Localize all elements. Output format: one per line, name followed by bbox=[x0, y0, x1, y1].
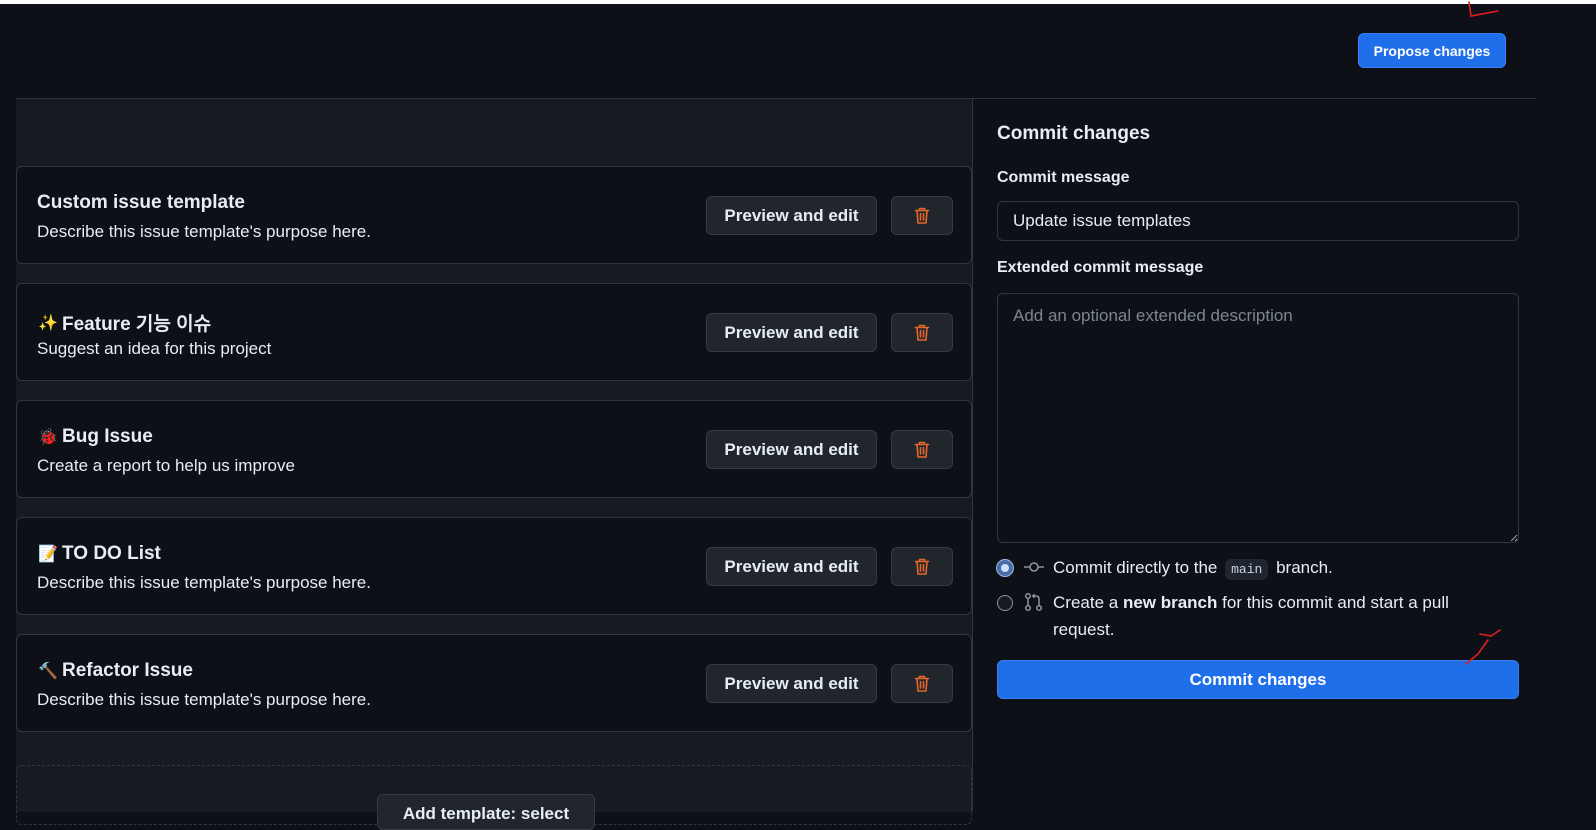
top-border bbox=[0, 0, 1596, 4]
lady-beetle-emoji-icon: 🐞 bbox=[38, 429, 58, 446]
trash-icon bbox=[914, 324, 930, 341]
template-description: Describe this issue template's purpose h… bbox=[37, 690, 371, 709]
template-description: Describe this issue template's purpose h… bbox=[37, 222, 371, 241]
templates-pane: Custom issue template Describe this issu… bbox=[16, 99, 973, 830]
template-title-text: Refactor Issue bbox=[62, 660, 193, 681]
template-item-custom: Custom issue template Describe this issu… bbox=[16, 166, 972, 264]
commit-direct-option[interactable]: Commit directly to the main branch. bbox=[997, 557, 1333, 581]
delete-template-button[interactable] bbox=[891, 196, 953, 235]
template-title-text: Feature 기능 이슈 bbox=[62, 314, 212, 335]
trash-icon bbox=[914, 558, 930, 575]
preview-and-edit-button[interactable]: Preview and edit bbox=[706, 547, 877, 586]
new-branch-bold: new branch bbox=[1122, 593, 1218, 612]
trash-icon bbox=[914, 675, 930, 692]
preview-and-edit-button[interactable]: Preview and edit bbox=[706, 664, 877, 703]
delete-template-button[interactable] bbox=[891, 547, 953, 586]
commit-direct-prefix: Commit directly to the bbox=[1053, 558, 1218, 577]
template-title: ✨ Feature 기능 이슈 bbox=[37, 309, 211, 336]
template-description: Create a report to help us improve bbox=[37, 456, 295, 475]
template-item-todo: 📝 TO DO List Describe this issue templat… bbox=[16, 517, 972, 615]
commit-direct-suffix: branch. bbox=[1276, 558, 1333, 577]
template-item-feature: ✨ Feature 기능 이슈 Suggest an idea for this… bbox=[16, 283, 972, 381]
template-title-text: TO DO List bbox=[62, 543, 161, 564]
add-template-area: Add template: select bbox=[16, 765, 972, 830]
hammer-emoji-icon: 🔨 bbox=[38, 663, 58, 680]
trash-icon bbox=[914, 441, 930, 458]
template-title: 🔨 Refactor Issue bbox=[37, 660, 193, 682]
template-item-refactor: 🔨 Refactor Issue Describe this issue tem… bbox=[16, 634, 972, 732]
propose-changes-button[interactable]: Propose changes bbox=[1358, 33, 1506, 68]
trash-icon bbox=[914, 207, 930, 224]
template-description: Suggest an idea for this project bbox=[37, 339, 272, 358]
branch-name-code: main bbox=[1225, 559, 1269, 580]
git-commit-icon bbox=[1024, 562, 1044, 572]
template-description: Describe this issue template's purpose h… bbox=[37, 573, 371, 592]
preview-and-edit-button[interactable]: Preview and edit bbox=[706, 430, 877, 469]
delete-template-button[interactable] bbox=[891, 313, 953, 352]
commit-changes-button[interactable]: Commit changes bbox=[997, 660, 1519, 699]
commit-message-label: Commit message bbox=[997, 169, 1130, 186]
commit-new-branch-option[interactable]: Create a new branch for this commit and … bbox=[997, 592, 1497, 643]
new-branch-prefix: Create a bbox=[1053, 593, 1119, 612]
template-title: 🐞 Bug Issue bbox=[37, 426, 153, 448]
extended-commit-message-label: Extended commit message bbox=[997, 259, 1204, 276]
template-item-bug: 🐞 Bug Issue Create a report to help us i… bbox=[16, 400, 972, 498]
commit-direct-radio[interactable] bbox=[997, 560, 1013, 576]
memo-emoji-icon: 📝 bbox=[38, 546, 58, 563]
commit-panel: Commit changes Commit message Extended c… bbox=[974, 99, 1536, 812]
template-title: Custom issue template bbox=[37, 192, 245, 213]
commit-new-branch-text: Create a new branch for this commit and … bbox=[1053, 589, 1493, 643]
delete-template-button[interactable] bbox=[891, 664, 953, 703]
commit-new-branch-radio[interactable] bbox=[997, 595, 1013, 611]
template-title: 📝 TO DO List bbox=[37, 543, 161, 565]
sparkles-emoji-icon: ✨ bbox=[38, 314, 58, 332]
preview-and-edit-button[interactable]: Preview and edit bbox=[706, 196, 877, 235]
commit-panel-heading: Commit changes bbox=[997, 123, 1151, 144]
delete-template-button[interactable] bbox=[891, 430, 953, 469]
add-template-button[interactable]: Add template: select bbox=[377, 794, 595, 830]
template-title-text: Bug Issue bbox=[62, 426, 153, 447]
preview-and-edit-button[interactable]: Preview and edit bbox=[706, 313, 877, 352]
git-pull-request-icon bbox=[1024, 592, 1043, 612]
extended-commit-message-textarea[interactable] bbox=[997, 293, 1519, 543]
commit-message-input[interactable] bbox=[997, 201, 1519, 241]
commit-direct-text: Commit directly to the main branch. bbox=[1053, 554, 1333, 581]
